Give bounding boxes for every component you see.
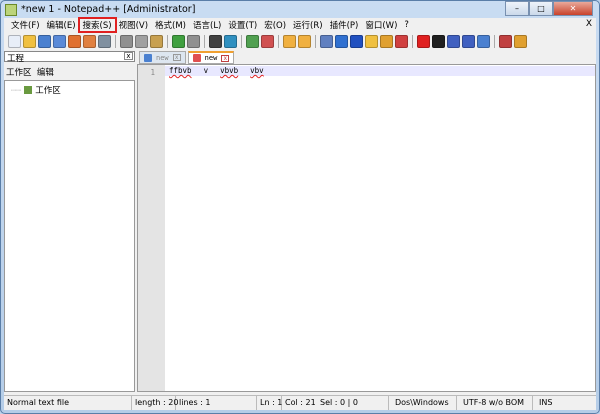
status-insert-mode: INS: [539, 398, 553, 407]
save-icon[interactable]: [38, 34, 51, 48]
folder-icon[interactable]: [365, 34, 378, 48]
play-multi-icon[interactable]: [462, 34, 475, 48]
status-bar: Normal text file length : 20 lines : 1 L…: [4, 395, 596, 410]
status-col: Col : 21: [285, 398, 316, 407]
project-tree: ┈┈ 工作区: [4, 80, 135, 392]
text-editor[interactable]: 1 ffbvb v vbvb vbv: [137, 64, 596, 392]
paste-icon[interactable]: [150, 34, 163, 48]
menu-item-0[interactable]: 文件(F): [8, 19, 43, 31]
close-window-button[interactable]: ✕: [553, 1, 593, 16]
close-document-button[interactable]: X: [586, 19, 592, 29]
tab-label: new: [204, 54, 218, 62]
toolbar-separator: [412, 34, 413, 48]
copy-icon[interactable]: [135, 34, 148, 48]
stop-record-icon[interactable]: [432, 34, 445, 48]
close-all-icon[interactable]: [83, 34, 96, 48]
minimize-button[interactable]: –: [505, 1, 529, 16]
replace-icon[interactable]: [224, 34, 237, 48]
sync-v-icon[interactable]: [283, 34, 296, 48]
panel-close-button[interactable]: x: [124, 52, 133, 60]
menu-item-4[interactable]: 格式(M): [152, 19, 189, 31]
cut-icon[interactable]: [120, 34, 133, 48]
save-all-icon[interactable]: [53, 34, 66, 48]
notepad-window: *new 1 - Notepad++ [Administrator] – □ ✕…: [0, 0, 600, 414]
panel-title: 工程: [7, 54, 25, 64]
tab-bar: new x new x: [137, 51, 596, 64]
play-macro-icon[interactable]: [447, 34, 460, 48]
text-token: ffbvb: [169, 66, 192, 75]
close-icon[interactable]: [68, 34, 81, 48]
menu-item-8[interactable]: 运行(R): [290, 19, 326, 31]
text-token: vbvb: [220, 66, 239, 75]
toolbar-separator: [167, 34, 168, 48]
workspace-icon: [24, 86, 33, 94]
toolbar-separator: [494, 34, 495, 48]
toolbar-separator: [115, 34, 116, 48]
current-line[interactable]: ffbvb v vbvb vbv: [165, 66, 595, 76]
text-token: vbv: [250, 66, 264, 75]
panel-menu-workspace[interactable]: 工作区: [6, 68, 32, 78]
status-lines: lines : 1: [179, 398, 211, 407]
menu-item-7[interactable]: 宏(O): [261, 19, 289, 31]
maximize-button[interactable]: □: [529, 1, 553, 16]
menu-bar: 文件(F) 编辑(E) 搜索(S) 视图(V) 格式(M) 语言(L) 设置(T) 宏(O) 运…: [4, 16, 596, 33]
word-wrap-icon[interactable]: [320, 34, 333, 48]
print-icon[interactable]: [98, 34, 111, 48]
file-saved-icon: [144, 53, 152, 62]
undo-icon[interactable]: [172, 34, 185, 48]
record-macro-icon[interactable]: [417, 34, 430, 48]
menu-item-3[interactable]: 视图(V): [116, 19, 151, 31]
tab-new-active[interactable]: new x: [187, 51, 235, 64]
toolbar: [4, 32, 596, 50]
toolbar-separator: [204, 34, 205, 48]
notepad-app-icon: [5, 4, 17, 16]
find-icon[interactable]: [209, 34, 222, 48]
menu-item-2[interactable]: 搜索(S): [77, 16, 117, 33]
tab-new-inactive[interactable]: new x: [139, 51, 186, 64]
tree-item-workspace[interactable]: 工作区: [35, 86, 61, 96]
status-sel: Sel : 0 | 0: [317, 396, 389, 410]
new-file-icon[interactable]: [8, 34, 21, 48]
redo-icon[interactable]: [187, 34, 200, 48]
show-all-chars-icon[interactable]: [335, 34, 348, 48]
line-number-gutter: 1: [138, 65, 165, 391]
zoom-in-icon[interactable]: [246, 34, 259, 48]
tab-label: new: [156, 53, 169, 62]
indent-guide-icon[interactable]: [350, 34, 363, 48]
status-eol: Dos\Windows: [389, 396, 457, 410]
text-token: v: [203, 66, 209, 75]
project-panel: 工程 x 工作区 编辑 ┈┈ 工作区: [4, 51, 135, 392]
status-ln: Ln : 1: [256, 396, 282, 410]
tab-close-icon[interactable]: x: [172, 54, 181, 61]
toolbar-separator: [278, 34, 279, 48]
zoom-out-icon[interactable]: [261, 34, 274, 48]
sync-h-icon[interactable]: [298, 34, 311, 48]
status-file-type: Normal text file: [4, 396, 132, 410]
plugin-icon[interactable]: [514, 34, 527, 48]
menu-item-5[interactable]: 语言(L): [190, 19, 224, 31]
menu-item-9[interactable]: 插件(P): [327, 19, 362, 31]
doc-map-icon[interactable]: [380, 34, 393, 48]
tab-close-icon[interactable]: x: [221, 54, 230, 62]
status-length: length : 20: [132, 396, 178, 410]
menu-item-1[interactable]: 编辑(E): [44, 19, 79, 31]
toolbar-separator: [315, 34, 316, 48]
spell-check-icon[interactable]: [499, 34, 512, 48]
menu-item-6[interactable]: 设置(T): [225, 19, 260, 31]
panel-header: 工程 x: [4, 51, 135, 64]
open-file-icon[interactable]: [23, 34, 36, 48]
status-encoding: UTF-8 w/o BOM: [457, 396, 533, 410]
menu-item-10[interactable]: 窗口(W): [362, 19, 400, 31]
file-unsaved-icon: [192, 54, 201, 62]
toolbar-separator: [241, 34, 242, 48]
function-list-icon[interactable]: [395, 34, 408, 48]
panel-menu-edit[interactable]: 编辑: [37, 68, 54, 78]
window-title: *new 1 - Notepad++ [Administrator]: [21, 4, 196, 15]
menu-item-11[interactable]: ?: [401, 20, 412, 30]
save-macro-icon[interactable]: [477, 34, 490, 48]
